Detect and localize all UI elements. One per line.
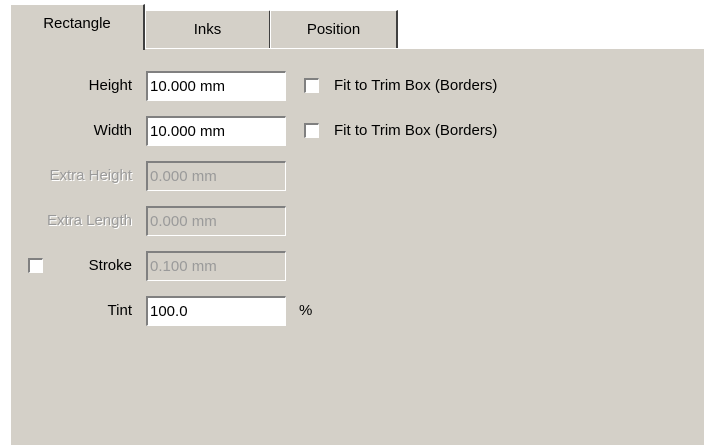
tint-unit-label: % (299, 302, 313, 319)
stroke-label: Stroke (88, 257, 132, 274)
rectangle-tab-panel: Height Fit to Trim Box (Borders) Width F… (10, 48, 704, 445)
height-fit-checkbox[interactable] (304, 78, 319, 93)
extra-length-label: Extra Length (46, 212, 132, 229)
width-label: Width (93, 122, 132, 139)
tab-position[interactable]: Position (270, 10, 398, 48)
extra-height-label: Extra Height (49, 167, 132, 184)
width-fit-label: Fit to Trim Box (Borders) (334, 122, 498, 139)
height-label: Height (88, 77, 132, 94)
stroke-input[interactable] (146, 251, 286, 281)
height-input[interactable] (146, 71, 286, 101)
tab-inks-label: Inks (193, 21, 222, 38)
tab-rectangle[interactable]: Rectangle (10, 4, 145, 50)
extra-height-input[interactable] (146, 161, 286, 191)
tab-inks[interactable]: Inks (145, 10, 271, 48)
tab-rectangle-label: Rectangle (43, 15, 111, 32)
rectangle-properties-dialog: Rectangle Inks Position Height Fit to Tr… (0, 0, 704, 445)
tint-input[interactable] (146, 296, 286, 326)
width-fit-checkbox[interactable] (304, 123, 319, 138)
height-fit-label: Fit to Trim Box (Borders) (334, 77, 498, 94)
width-input[interactable] (146, 116, 286, 146)
extra-length-input[interactable] (146, 206, 286, 236)
tab-position-label: Position (306, 21, 361, 38)
tint-label: Tint (107, 302, 132, 319)
